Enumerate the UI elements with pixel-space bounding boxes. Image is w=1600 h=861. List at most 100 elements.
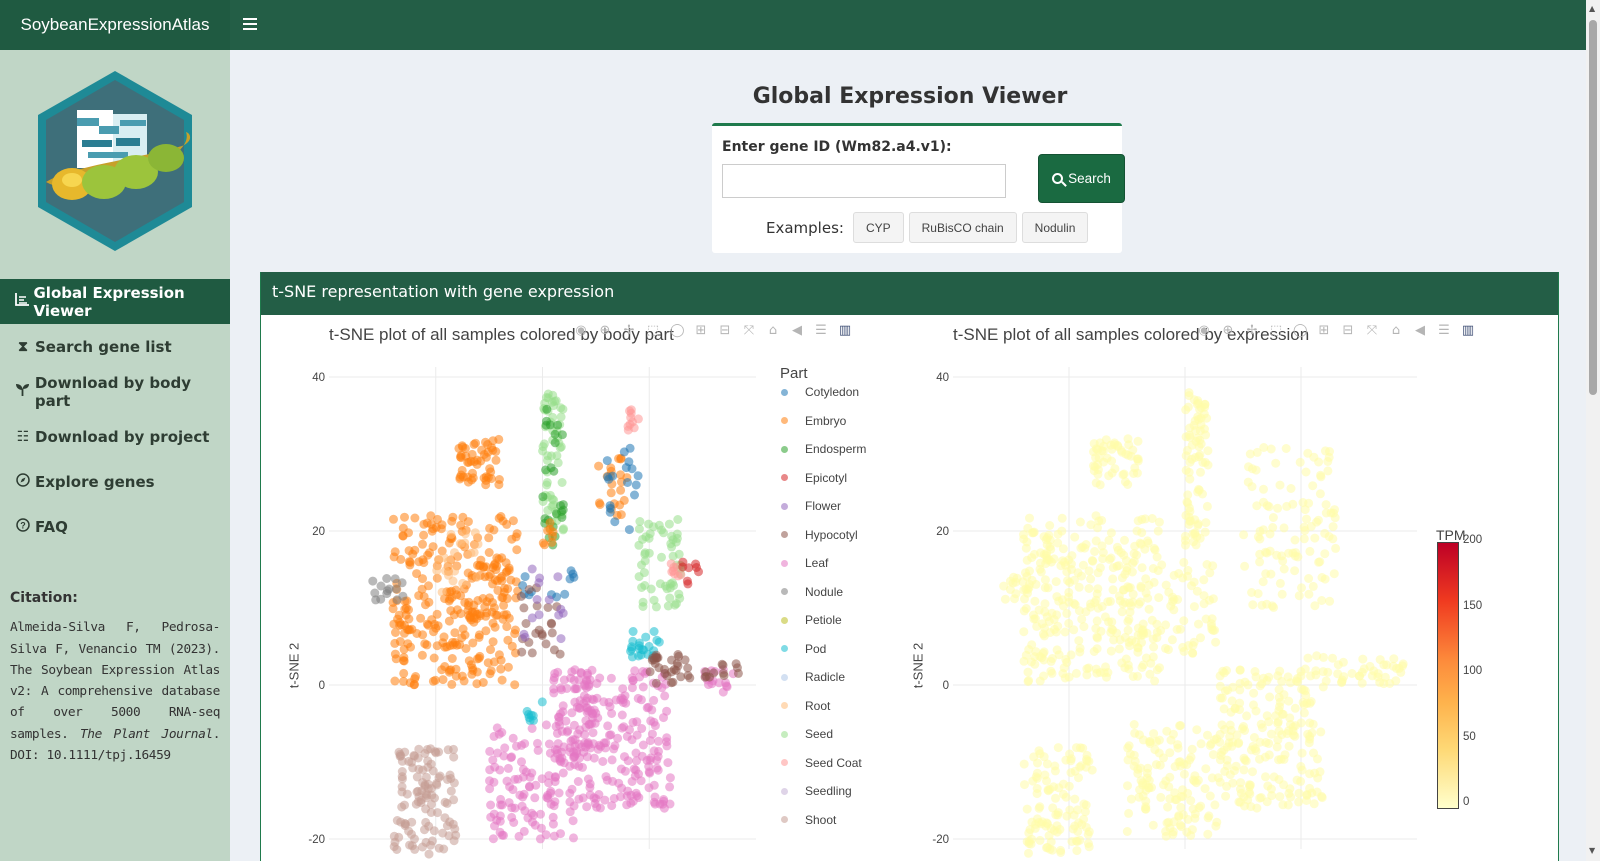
scatter-point[interactable]: [1228, 682, 1238, 692]
scatter-point[interactable]: [1273, 735, 1283, 745]
scatter-point[interactable]: [491, 455, 501, 465]
scatter-point[interactable]: [1128, 589, 1138, 599]
scatter-point[interactable]: [1123, 434, 1133, 444]
scatter-point[interactable]: [1256, 719, 1266, 729]
scatter-point[interactable]: [616, 510, 626, 520]
scatter-point[interactable]: [430, 793, 439, 803]
scatter-point[interactable]: [410, 545, 420, 555]
scatter-point[interactable]: [1331, 543, 1341, 553]
scatter-point[interactable]: [1110, 464, 1120, 474]
scatter-point[interactable]: [437, 665, 447, 675]
scatter-point[interactable]: [667, 542, 677, 552]
scatter-point[interactable]: [458, 442, 468, 452]
scatter-area-right[interactable]: 40 20 0 -20: [901, 315, 1421, 861]
scatter-point[interactable]: [1288, 499, 1298, 509]
scatter-point[interactable]: [1106, 553, 1116, 563]
scatter-point[interactable]: [1116, 548, 1126, 558]
scatter-point[interactable]: [1309, 748, 1318, 758]
scatter-point[interactable]: [513, 774, 523, 784]
scatter-point[interactable]: [623, 756, 633, 766]
scatter-point[interactable]: [499, 830, 508, 840]
scatter-point[interactable]: [388, 604, 398, 614]
scatter-point[interactable]: [1035, 676, 1045, 686]
scatter-point[interactable]: [1057, 513, 1067, 523]
scatter-point[interactable]: [1092, 616, 1102, 626]
scatter-point[interactable]: [392, 845, 402, 854]
scatter-point[interactable]: [1302, 796, 1311, 805]
scatter-point[interactable]: [463, 517, 473, 527]
scatter-point[interactable]: [547, 537, 557, 547]
scatter-point[interactable]: [1148, 564, 1158, 573]
search-button[interactable]: Search: [1038, 154, 1125, 203]
scatter-point[interactable]: [1132, 526, 1142, 536]
sidebar-item-search-gene-list[interactable]: ⧗ Search gene list: [0, 324, 230, 369]
scatter-point[interactable]: [413, 753, 423, 763]
scatter-point[interactable]: [429, 653, 439, 663]
scatter-point[interactable]: [1133, 516, 1143, 526]
scatter-point[interactable]: [437, 587, 447, 597]
scatter-point[interactable]: [490, 762, 500, 772]
scatter-point[interactable]: [502, 519, 512, 529]
scatter-point[interactable]: [1294, 591, 1304, 601]
scatter-point[interactable]: [1196, 467, 1205, 477]
scatter-point[interactable]: [542, 393, 551, 402]
scatter-point[interactable]: [589, 753, 599, 763]
scatter-point[interactable]: [470, 528, 480, 538]
scatter-point[interactable]: [1230, 704, 1240, 714]
scatter-point[interactable]: [488, 834, 498, 844]
scatter-point[interactable]: [1053, 538, 1063, 548]
scatter-point[interactable]: [1265, 529, 1275, 539]
scatter-point[interactable]: [1330, 513, 1340, 523]
scatter-point[interactable]: [1317, 791, 1327, 801]
scatter-point[interactable]: [1235, 665, 1245, 675]
scatter-point[interactable]: [1388, 661, 1398, 671]
scatter-point[interactable]: [517, 647, 527, 657]
scatter-point[interactable]: [527, 613, 537, 623]
scatter-point[interactable]: [1053, 743, 1063, 753]
scatter-point[interactable]: [673, 515, 683, 524]
scatter-point[interactable]: [605, 501, 615, 511]
scatter-point[interactable]: [1314, 557, 1324, 567]
scatter-point[interactable]: [649, 695, 659, 705]
scatter-point[interactable]: [1093, 584, 1103, 594]
scatter-point[interactable]: [1070, 794, 1080, 804]
scatter-point[interactable]: [445, 587, 455, 597]
scatter-point[interactable]: [529, 810, 539, 820]
scatter-point[interactable]: [624, 457, 634, 467]
scatter-point[interactable]: [439, 844, 449, 854]
scatter-point[interactable]: [1060, 627, 1070, 637]
scatter-point[interactable]: [585, 790, 595, 800]
app-brand[interactable]: SoybeanExpressionAtlas: [0, 0, 230, 50]
scatter-point[interactable]: [1311, 670, 1321, 680]
scatter-point[interactable]: [1133, 454, 1143, 464]
legend-item[interactable]: Leaf: [778, 556, 828, 570]
scatter-point[interactable]: [1301, 690, 1311, 700]
scatter-point[interactable]: [1040, 583, 1050, 593]
scatter-point[interactable]: [1078, 542, 1087, 552]
scatter-point[interactable]: [1021, 568, 1030, 578]
scatter-point[interactable]: [1175, 624, 1185, 634]
scatter-point[interactable]: [1129, 750, 1139, 760]
scatter-point[interactable]: [1305, 731, 1315, 741]
scatter-point[interactable]: [630, 666, 640, 676]
scatter-point[interactable]: [1089, 439, 1099, 449]
scatter-point[interactable]: [1299, 534, 1309, 544]
scatter-point[interactable]: [1084, 566, 1094, 576]
scatter-point[interactable]: [1188, 648, 1197, 658]
scatter-point[interactable]: [1075, 517, 1085, 527]
scatter-point[interactable]: [1071, 668, 1081, 678]
scatter-point[interactable]: [673, 650, 683, 659]
scatter-point[interactable]: [392, 595, 402, 605]
scatter-point[interactable]: [1281, 444, 1291, 453]
scatter-point[interactable]: [1023, 667, 1033, 677]
scatter-point[interactable]: [547, 628, 557, 638]
scatter-point[interactable]: [405, 625, 415, 635]
scatter-point[interactable]: [565, 807, 575, 817]
scatter-point[interactable]: [1275, 578, 1285, 588]
scatter-point[interactable]: [1037, 619, 1047, 629]
scatter-point[interactable]: [1028, 528, 1038, 538]
scatter-point[interactable]: [1079, 799, 1089, 809]
scatter-point[interactable]: [1093, 469, 1103, 479]
scatter-point[interactable]: [428, 542, 438, 552]
scatter-point[interactable]: [623, 425, 633, 435]
